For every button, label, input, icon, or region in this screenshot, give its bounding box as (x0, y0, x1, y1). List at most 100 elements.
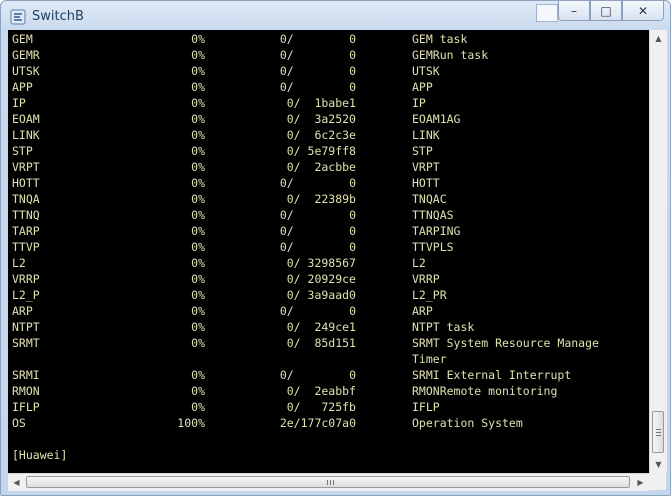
terminal-output[interactable]: [Huawei] GEM 0% 0/ 0 GEM task GEMR 0% 0/ 0 GEMR… (8, 30, 649, 473)
task-description: L2 (412, 256, 426, 270)
task-runtime: 0/ 249ce1 (286, 320, 356, 334)
task-description: TNQAC (412, 192, 447, 206)
task-cpu-percent: 0% (191, 32, 205, 46)
task-name: TTVP (12, 240, 40, 254)
task-name: SRMI (12, 368, 40, 382)
minimize-icon: – (571, 3, 577, 18)
task-runtime: 0/ 0 (279, 80, 356, 94)
task-cpu-percent: 0% (191, 384, 205, 398)
task-cpu-percent: 0% (191, 96, 205, 110)
task-description: ARP (412, 304, 433, 318)
task-runtime: 0/ 0 (279, 208, 356, 222)
task-name: L2 (12, 256, 26, 270)
task-cpu-percent: 0% (191, 160, 205, 174)
task-name: LINK (12, 128, 40, 142)
task-description: SRMI External Interrupt (412, 368, 572, 382)
task-name: STP (12, 144, 33, 158)
task-description: L2_PR (412, 288, 447, 302)
task-description: RMONRemote monitoring (412, 384, 558, 398)
task-cpu-percent: 0% (191, 320, 205, 334)
system-menu-icon[interactable] (536, 4, 558, 22)
task-cpu-percent: 0% (191, 224, 205, 238)
task-name: TNQA (12, 192, 40, 206)
horizontal-scrollbar[interactable]: ◀ ▶ (8, 473, 649, 491)
task-cpu-percent: 0% (191, 240, 205, 254)
minimize-button[interactable]: – (558, 1, 590, 21)
task-description: Operation System (412, 416, 523, 430)
task-cpu-percent: 0% (191, 208, 205, 222)
task-name: SRMT (12, 336, 40, 350)
horizontal-scroll-thumb[interactable] (26, 476, 630, 488)
close-button[interactable]: ✕ (622, 1, 664, 21)
task-name: TARP (12, 224, 40, 238)
task-name: HOTT (12, 176, 40, 190)
task-description: TARPING (412, 224, 461, 238)
task-description: TTNQAS (412, 208, 454, 222)
task-runtime: 0/ 0 (279, 48, 356, 62)
task-name: NTPT (12, 320, 40, 334)
task-description: SRMT System Resource Manage (412, 336, 599, 350)
task-runtime: 0/ 725fb (286, 400, 356, 414)
task-cpu-percent: 0% (191, 48, 205, 62)
terminal-window: SwitchB – □ ✕ [Huawei] GEM 0% 0/ 0 GEM task… (0, 0, 671, 496)
task-cpu-percent: 0% (191, 128, 205, 142)
task-cpu-percent: 0% (191, 112, 205, 126)
task-cpu-percent: 0% (191, 336, 205, 350)
task-runtime: 0/ 3298567 (286, 256, 356, 270)
task-description: Timer (412, 352, 447, 366)
task-name: VRPT (12, 160, 40, 174)
task-name: RMON (12, 384, 40, 398)
resize-grip[interactable] (649, 473, 666, 490)
task-name: APP (12, 80, 33, 94)
scroll-left-icon[interactable]: ◀ (8, 474, 25, 491)
task-name: VRRP (12, 272, 40, 286)
task-description: UTSK (412, 64, 440, 78)
task-runtime: 0/ 0 (279, 304, 356, 318)
task-runtime: 0/ 0 (279, 176, 356, 190)
task-name: L2_P (12, 288, 40, 302)
task-name: IP (12, 96, 26, 110)
task-name: TTNQ (12, 208, 40, 222)
task-runtime: 0/ 1babe1 (286, 96, 356, 110)
task-runtime: 0/ 2acbbe (286, 160, 356, 174)
task-cpu-percent: 0% (191, 192, 205, 206)
title-bar[interactable]: SwitchB – □ ✕ (1, 1, 670, 31)
task-name: GEMR (12, 48, 40, 62)
task-cpu-percent: 0% (191, 400, 205, 414)
task-description: IP (412, 96, 426, 110)
task-cpu-percent: 0% (191, 80, 205, 94)
maximize-button[interactable]: □ (590, 1, 622, 21)
task-runtime: 0/ 0 (279, 240, 356, 254)
task-description: GEMRun task (412, 48, 489, 62)
task-runtime: 0/ 3a9aad0 (286, 288, 356, 302)
task-name: OS (12, 416, 26, 430)
task-description: IFLP (412, 400, 440, 414)
task-runtime: 0/ 5e79ff8 (286, 144, 356, 158)
task-cpu-percent: 0% (191, 272, 205, 286)
task-cpu-percent: 0% (191, 144, 205, 158)
task-runtime: 2e/177c07a0 (279, 416, 356, 430)
task-runtime: 0/ 0 (279, 368, 356, 382)
task-runtime: 0/ 0 (279, 224, 356, 238)
task-cpu-percent: 0% (191, 256, 205, 270)
task-description: TTVPLS (412, 240, 454, 254)
task-cpu-percent: 0% (191, 368, 205, 382)
task-runtime: 0/ 20929ce (286, 272, 356, 286)
vertical-scroll-thumb[interactable] (652, 411, 664, 453)
task-cpu-percent: 0% (191, 304, 205, 318)
task-description: EOAM1AG (412, 112, 461, 126)
scroll-up-icon[interactable]: ▲ (650, 30, 667, 47)
task-description: STP (412, 144, 433, 158)
cli-prompt: [Huawei] (12, 448, 68, 462)
task-runtime: 0/ 3a2520 (286, 112, 356, 126)
task-description: LINK (412, 128, 440, 142)
task-runtime: 0/ 85d151 (286, 336, 356, 350)
window-title: SwitchB (32, 9, 84, 24)
task-runtime: 0/ 6c2c3e (286, 128, 356, 142)
close-icon: ✕ (637, 3, 649, 18)
vertical-scrollbar[interactable]: ▲ ▼ (649, 30, 667, 473)
task-runtime: 0/ 22389b (286, 192, 356, 206)
scroll-right-icon[interactable]: ▶ (632, 474, 649, 491)
scroll-down-icon[interactable]: ▼ (650, 456, 667, 473)
task-runtime: 0/ 2eabbf (286, 384, 356, 398)
